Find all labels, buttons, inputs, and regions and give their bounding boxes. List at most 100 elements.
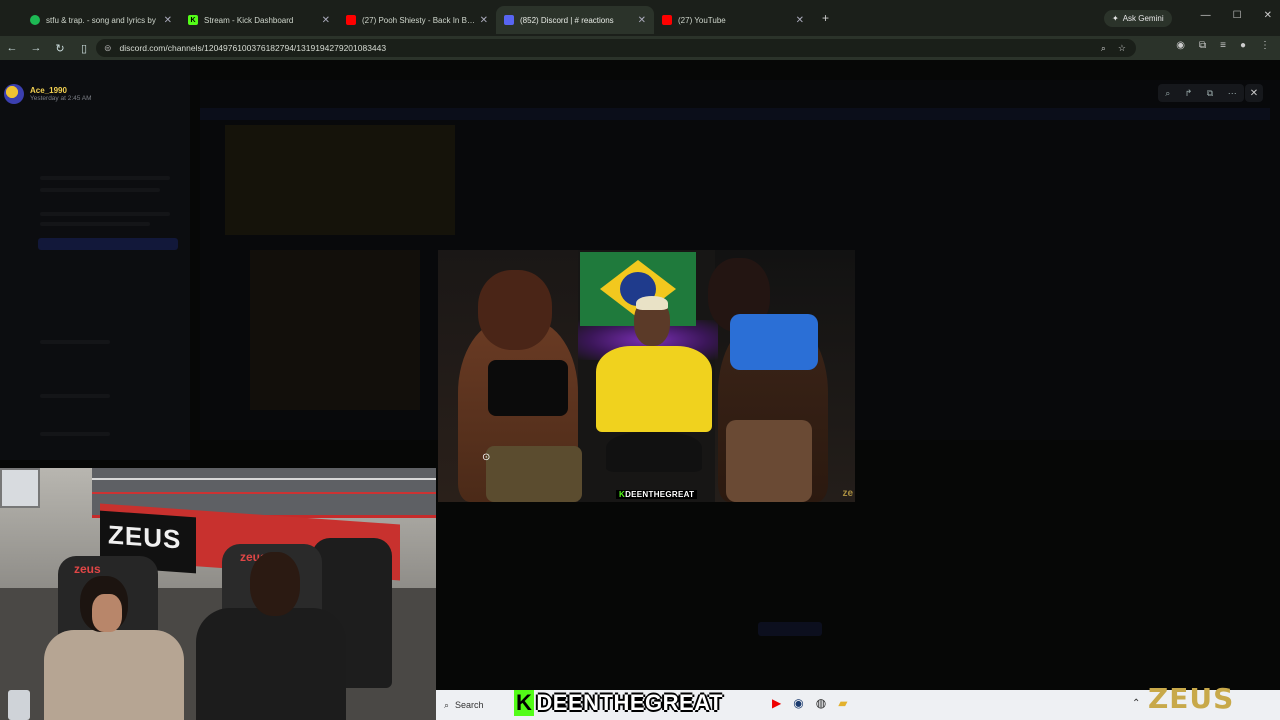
tab-kick-dashboard[interactable]: K Stream - Kick Dashboard ✕ — [180, 6, 338, 34]
address-bar[interactable]: ⊜ discord.com/channels/12049761003761827… — [96, 39, 1136, 57]
youtube-icon[interactable]: ▶ — [772, 696, 781, 710]
browser-tab-bar: stfu & trap. - song and lyrics by ✕ K St… — [0, 0, 1280, 36]
app-icon[interactable]: ◍ — [816, 696, 826, 710]
split-view-icon[interactable]: ▯ — [72, 42, 96, 55]
zoom-icon[interactable]: ⌕ — [1101, 43, 1106, 54]
streamer-name: DEENTHEGREAT — [536, 690, 723, 715]
search-label: Search — [455, 700, 484, 710]
ring-rope — [92, 492, 436, 494]
minimize-icon[interactable]: — — [1201, 10, 1211, 21]
close-icon[interactable]: ✕ — [164, 15, 172, 26]
tab-label: (27) Pooh Shiesty - Back In Bloo — [362, 15, 476, 25]
person-right-skirt — [726, 420, 812, 502]
spotify-icon — [30, 15, 40, 25]
tab-label: Stream - Kick Dashboard — [204, 15, 294, 25]
sidebar-line — [40, 212, 170, 216]
viewed-image[interactable]: KDEENTHEGREAT ze — [438, 250, 855, 502]
search-icon: ⌕ — [444, 699, 450, 710]
steam-icon[interactable]: ◉ — [793, 696, 803, 710]
sidebar-line — [40, 340, 110, 344]
sidebar-button — [38, 238, 178, 250]
taskbar-search[interactable]: ⌕ Search — [440, 695, 512, 715]
media-icon[interactable]: ≡ — [1220, 40, 1226, 51]
forward-icon[interactable]: ↱ — [1185, 88, 1193, 99]
sidebar-line — [40, 176, 170, 180]
avatar — [4, 84, 24, 104]
close-window-icon[interactable]: ✕ — [1264, 10, 1272, 21]
kick-icon: K — [188, 15, 198, 25]
close-icon[interactable]: ✕ — [638, 15, 646, 26]
person-right-hoodie — [196, 608, 346, 720]
message-image — [225, 125, 455, 235]
ring-rope — [92, 478, 436, 480]
sidebar-line — [40, 394, 110, 398]
watermark-text: DEENTHEGREAT — [625, 490, 695, 499]
person-left-face — [92, 594, 122, 632]
gemini-icon: ✦ — [1112, 14, 1119, 23]
tab-label: (852) Discord | # reactions — [520, 15, 614, 25]
drink-can — [8, 690, 30, 720]
extensions-puzzle-icon[interactable]: ⧉ — [1199, 40, 1206, 51]
profile-icon[interactable]: ● — [1240, 40, 1246, 51]
reload-icon[interactable]: ↻ — [48, 42, 72, 55]
window-controls: — ☐ ✕ — [1201, 10, 1272, 21]
extension-icon[interactable]: ◉ — [1176, 40, 1185, 51]
sidebar-line — [40, 432, 110, 436]
youtube-icon — [346, 15, 356, 25]
person-left-shirt — [44, 630, 184, 720]
chair-label: zeus — [74, 562, 101, 576]
close-icon[interactable]: ✕ — [796, 15, 804, 26]
upload-date: Yesterday at 2:45 AM — [30, 95, 92, 102]
dim-button — [758, 622, 822, 636]
window — [0, 468, 40, 508]
browser-toolbar: ← → ↻ ▯ ⊜ discord.com/channels/120497610… — [0, 36, 1280, 60]
close-viewer-button[interactable]: ✕ — [1245, 84, 1263, 102]
person-left-top — [488, 360, 568, 416]
person-center-hair — [636, 296, 668, 310]
sidebar-line — [40, 188, 160, 192]
zoom-icon[interactable]: ⌕ — [1165, 88, 1170, 99]
close-icon[interactable]: ✕ — [480, 15, 488, 26]
notice-strip — [200, 108, 1270, 120]
youtube-icon — [662, 15, 672, 25]
person-center-legs — [606, 432, 702, 472]
person-right-top — [730, 314, 818, 370]
ask-gemini-button[interactable]: ✦ Ask Gemini — [1104, 10, 1172, 27]
menu-icon[interactable]: ⋮ — [1260, 40, 1270, 51]
person-left-skirt — [486, 446, 582, 502]
webcam-overlay: ZEUS zeus zeus — [0, 468, 436, 720]
taskbar-apps: ▶ ◉ ◍ ▰ — [772, 696, 847, 710]
streamer-name-overlay: K DEENTHEGREAT — [514, 689, 723, 717]
tab-discord[interactable]: (852) Discord | # reactions ✕ — [496, 6, 654, 34]
brand-logo: ZEUS — [1148, 682, 1235, 715]
tab-spotify[interactable]: stfu & trap. - song and lyrics by ✕ — [22, 6, 180, 34]
forward-icon[interactable]: → — [24, 42, 48, 54]
site-info-icon[interactable]: ⊜ — [104, 43, 112, 54]
mouse-cursor-icon: ⊙ — [482, 452, 491, 463]
ask-gemini-label: Ask Gemini — [1122, 14, 1164, 23]
back-icon[interactable]: ← — [0, 42, 24, 54]
tab-youtube[interactable]: (27) YouTube ✕ — [654, 6, 812, 34]
close-icon[interactable]: ✕ — [322, 15, 330, 26]
person-right-head — [250, 552, 300, 616]
new-tab-icon[interactable]: + — [822, 11, 829, 25]
discord-icon — [504, 15, 514, 25]
corner-watermark: ze — [842, 488, 853, 499]
banner-text: ZEUS — [108, 519, 182, 555]
screen: stfu & trap. - song and lyrics by ✕ K St… — [0, 0, 1280, 720]
image-watermark: KDEENTHEGREAT — [616, 490, 698, 499]
bookmark-star-icon[interactable]: ☆ — [1118, 43, 1126, 54]
uploader-info: Ace_1990 Yesterday at 2:45 AM — [4, 84, 92, 104]
open-external-icon[interactable]: ⧉ — [1207, 88, 1213, 99]
channel-sidebar — [0, 60, 190, 460]
maximize-icon[interactable]: ☐ — [1233, 10, 1242, 21]
tab-label: stfu & trap. - song and lyrics by — [46, 15, 156, 25]
tray-chevron-icon[interactable]: ⌃ — [1132, 698, 1140, 709]
person-left-head — [478, 270, 552, 350]
message-image — [250, 250, 420, 410]
file-explorer-icon[interactable]: ▰ — [838, 696, 847, 710]
tab-youtube-video[interactable]: (27) Pooh Shiesty - Back In Bloo ✕ — [338, 6, 496, 34]
extension-icons: ◉ ⧉ ≡ ● ⋮ — [1176, 40, 1270, 51]
more-icon[interactable]: ⋯ — [1228, 88, 1237, 99]
omnibox-actions: ⌕ ☆ — [1101, 43, 1126, 54]
